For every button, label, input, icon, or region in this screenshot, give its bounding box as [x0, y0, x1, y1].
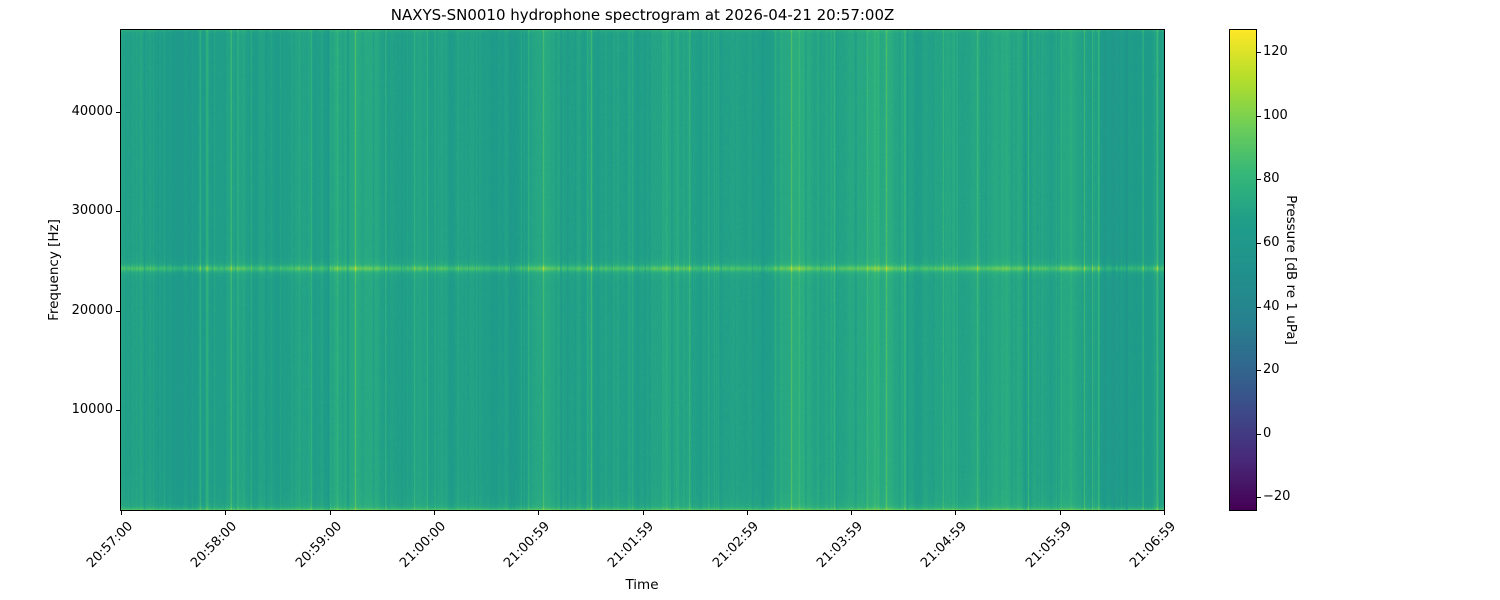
- colorbar-tick-mark: [1257, 434, 1261, 435]
- x-tick-label: 21:02:59: [709, 519, 762, 571]
- colorbar-tick-mark: [1257, 116, 1261, 117]
- x-tick-mark: [434, 511, 435, 515]
- colorbar-tick-mark: [1257, 52, 1261, 53]
- colorbar-tick-mark: [1257, 243, 1261, 244]
- x-tick-label: 21:01:59: [604, 519, 657, 571]
- spectrogram-canvas: [121, 30, 1164, 510]
- y-axis-label: Frequency [Hz]: [46, 219, 62, 321]
- colorbar-tick-label: −20: [1263, 489, 1291, 504]
- colorbar-tick-label: 0: [1263, 426, 1272, 441]
- colorbar-label: Pressure [dB re 1 uPa]: [1283, 195, 1299, 345]
- y-tick-mark: [116, 311, 120, 312]
- colorbar-tick-mark: [1257, 307, 1261, 308]
- x-tick-label: 20:57:00: [83, 519, 136, 571]
- x-tick-label: 21:04:59: [917, 519, 970, 571]
- colorbar-tick-label: 60: [1263, 235, 1280, 250]
- x-tick-mark: [851, 511, 852, 515]
- y-tick-label: 30000: [71, 203, 113, 218]
- x-tick-mark: [330, 511, 331, 515]
- plot-area: [120, 29, 1165, 511]
- x-tick-label: 21:03:59: [813, 519, 866, 571]
- figure: NAXYS-SN0010 hydrophone spectrogram at 2…: [0, 0, 1500, 600]
- colorbar-tick-mark: [1257, 179, 1261, 180]
- colorbar-tick-label: 120: [1263, 44, 1288, 59]
- x-tick-label: 21:06:59: [1126, 519, 1179, 571]
- x-tick-mark: [121, 511, 122, 515]
- x-tick-mark: [1060, 511, 1061, 515]
- chart-title: NAXYS-SN0010 hydrophone spectrogram at 2…: [390, 6, 895, 24]
- colorbar-tick-mark: [1257, 370, 1261, 371]
- x-tick-mark: [747, 511, 748, 515]
- x-tick-mark: [643, 511, 644, 515]
- x-tick-label: 21:05:59: [1022, 519, 1075, 571]
- colorbar-tick-label: 40: [1263, 299, 1280, 314]
- y-tick-label: 10000: [71, 402, 113, 417]
- x-tick-label: 21:00:59: [500, 519, 553, 571]
- y-tick-label: 40000: [71, 104, 113, 119]
- y-tick-mark: [116, 211, 120, 212]
- x-tick-mark: [538, 511, 539, 515]
- colorbar-tick-mark: [1257, 497, 1261, 498]
- x-axis-label: Time: [625, 577, 659, 593]
- colorbar: [1229, 29, 1257, 511]
- colorbar-canvas: [1230, 30, 1256, 510]
- x-tick-label: 20:58:00: [187, 519, 240, 571]
- x-tick-label: 21:00:00: [396, 519, 449, 571]
- colorbar-tick-label: 100: [1263, 108, 1288, 123]
- x-tick-mark: [1164, 511, 1165, 515]
- colorbar-tick-label: 20: [1263, 362, 1280, 377]
- colorbar-tick-label: 80: [1263, 171, 1280, 186]
- y-tick-mark: [116, 410, 120, 411]
- y-tick-mark: [116, 112, 120, 113]
- x-tick-label: 20:59:00: [292, 519, 345, 571]
- x-tick-mark: [225, 511, 226, 515]
- x-tick-mark: [955, 511, 956, 515]
